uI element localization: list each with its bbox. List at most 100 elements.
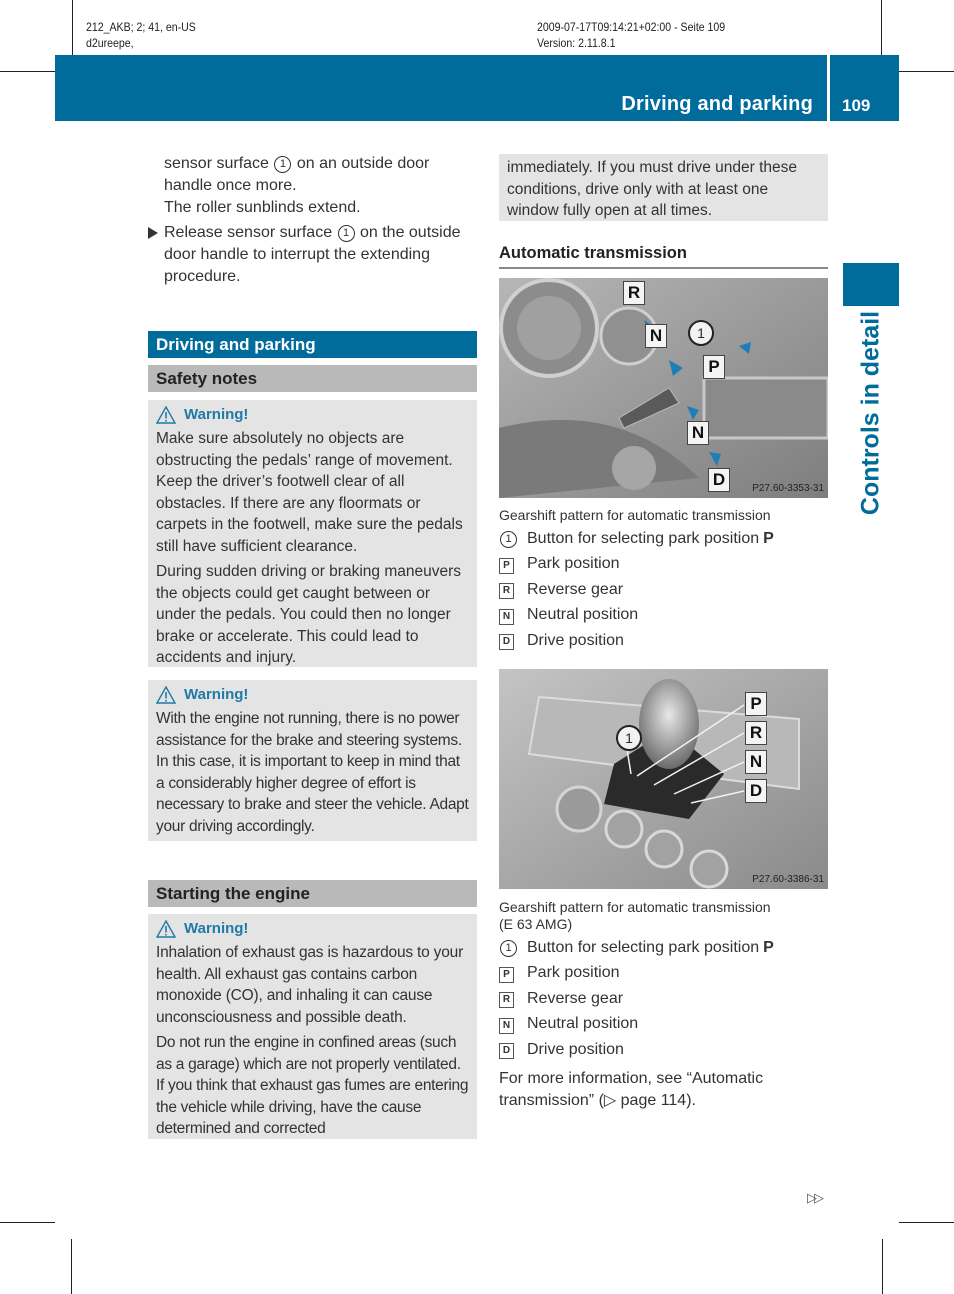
gear-label-n-upper: N — [645, 324, 667, 348]
gear-p-icon: P — [499, 557, 514, 574]
print-meta-left: 212_AKB; 2; 41, en-US d2ureepe, — [86, 19, 196, 51]
warning-box-continued: immediately. If you must drive under the… — [499, 154, 828, 221]
warning-triangle-icon — [156, 406, 176, 424]
side-tab-label: Controls in detail — [843, 311, 899, 515]
gear-label-n-lower: N — [687, 421, 709, 445]
subsection-heading-starting-engine: Starting the engine — [148, 880, 477, 907]
legend-item: N Neutral position — [499, 1012, 829, 1038]
legend-item: N Neutral position — [499, 603, 829, 629]
legend-text: Reverse gear — [527, 580, 624, 598]
gear-label-r: R — [745, 721, 767, 745]
legend-text: Neutral position — [527, 1015, 639, 1033]
warning-title-text: Warning! — [184, 406, 249, 423]
legend-item: R Reverse gear — [499, 986, 829, 1012]
warning-box-power-assist: Warning! With the engine not running, th… — [148, 680, 477, 841]
figure-code: P27.60-3386-31 — [752, 874, 824, 885]
side-tab-marker — [843, 263, 899, 306]
gear-label-d: D — [745, 779, 767, 803]
step-item: Release sensor surface 1 on the outside … — [148, 222, 478, 288]
warning-title-text: Warning! — [184, 686, 249, 703]
callout-1-icon: 1 — [500, 530, 517, 548]
legend-item: D Drive position — [499, 628, 829, 654]
legend-item: P Park position — [499, 552, 829, 578]
meta-author: d2ureepe, — [86, 36, 134, 50]
step-text-a: Release sensor surface — [164, 224, 337, 241]
intro-text-a: sensor surface — [164, 155, 274, 172]
figure-caption: Gearshift pattern for automatic transmis… — [499, 507, 771, 523]
legend-item: D Drive position — [499, 1037, 829, 1063]
crop-mark — [881, 0, 882, 55]
chapter-title: Driving and parking — [621, 93, 813, 115]
legend-list: 1 Button for selecting park position P PP… — [499, 526, 829, 654]
legend-text: Reverse gear — [527, 989, 624, 1007]
instruction-step: Release sensor surface 1 on the outside … — [148, 222, 478, 288]
legend-text: Neutral position — [527, 606, 639, 624]
continue-icon: ▷▷ — [807, 1190, 824, 1205]
gear-r-icon: R — [499, 992, 514, 1009]
warning-title: Warning! — [156, 684, 469, 706]
legend-text: Park position — [527, 964, 620, 982]
gear-n-icon: N — [499, 608, 514, 625]
warning-triangle-icon — [156, 686, 176, 704]
legend-item: P Park position — [499, 961, 829, 987]
crop-mark — [72, 0, 73, 55]
figure-code: P27.60-3353-31 — [752, 483, 824, 494]
crop-mark — [0, 71, 55, 72]
warning-box-exhaust: Warning! Inhalation of exhaust gas is ha… — [148, 914, 477, 1139]
gear-label-p: P — [745, 692, 767, 716]
meta-timestamp: 2009-07-17T09:14:21+02:00 - Seite 109 — [537, 20, 726, 34]
warning-paragraph: Do not run the engine in confined areas … — [156, 1034, 469, 1137]
print-meta-right: 2009-07-17T09:14:21+02:00 - Seite 109 Ve… — [537, 19, 725, 51]
gear-d-icon: D — [499, 1043, 514, 1060]
figure-illustration — [499, 278, 828, 498]
warning-box-pedals: Warning! Make sure absolutely no objects… — [148, 400, 477, 667]
gear-p-icon: P — [499, 966, 514, 983]
warning-title-text: Warning! — [184, 920, 249, 937]
callout-1-icon: 1 — [616, 725, 642, 751]
page-number-box: 109 — [830, 55, 899, 121]
crop-mark — [0, 1222, 55, 1223]
warning-title: Warning! — [156, 404, 469, 426]
crop-mark — [899, 1222, 954, 1223]
intro-paragraph: sensor surface 1 on an outside door hand… — [164, 153, 474, 197]
legend-text: Park position — [527, 555, 620, 573]
gear-label-n: N — [745, 750, 767, 774]
meta-version: Version: 2.11.8.1 — [537, 36, 616, 50]
legend-item: R Reverse gear — [499, 577, 829, 603]
callout-1-icon: 1 — [500, 939, 517, 957]
section-heading-driving-parking: Driving and parking — [148, 331, 477, 358]
callout-1-icon: 1 — [337, 225, 355, 242]
more-info-link[interactable]: For more information, see “Automatic tra… — [499, 1068, 809, 1112]
legend-text: Drive position — [527, 631, 624, 649]
legend-text: Button for selecting park position — [527, 529, 760, 547]
figure-caption: Gearshift pattern for automatic transmis… — [499, 899, 771, 933]
figure-center-console-shifter: P R N D 1 P27.60-3386-31 — [499, 669, 828, 889]
legend-item: 1 Button for selecting park position P — [499, 935, 829, 961]
gear-r-icon: R — [499, 583, 514, 600]
warning-paragraph: During sudden driving or braking maneuve… — [156, 563, 461, 666]
callout-1-icon: 1 — [274, 156, 292, 173]
legend-text: Drive position — [527, 1040, 624, 1058]
gear-n-icon: N — [499, 1017, 514, 1034]
warning-paragraph: With the engine not running, there is no… — [156, 710, 469, 835]
crop-mark — [71, 1239, 72, 1294]
crop-mark — [882, 1239, 883, 1294]
figure-illustration — [499, 669, 828, 889]
warning-paragraph: immediately. If you must drive under the… — [507, 159, 798, 219]
legend-item: 1 Button for selecting park position P — [499, 526, 829, 552]
gear-label-d: D — [708, 468, 730, 492]
warning-title: Warning! — [156, 918, 469, 940]
intro-text: sensor surface 1 on an outside door hand… — [164, 153, 474, 219]
legend-text: Button for selecting park position — [527, 938, 760, 956]
subsection-heading-safety-notes: Safety notes — [148, 365, 477, 392]
legend-bold: P — [763, 529, 774, 547]
warning-paragraph: Make sure absolutely no objects are obst… — [156, 430, 463, 555]
legend-bold: P — [763, 938, 774, 956]
crop-mark — [899, 71, 954, 72]
meta-doc-id: 212_AKB; 2; 41, en-US — [86, 20, 196, 34]
intro-result: The roller sunblinds extend. — [164, 199, 361, 216]
gear-d-icon: D — [499, 634, 514, 651]
legend-list: 1 Button for selecting park position P PP… — [499, 935, 829, 1063]
chapter-header-bar: Driving and parking — [55, 55, 827, 121]
gear-label-r: R — [623, 281, 645, 305]
